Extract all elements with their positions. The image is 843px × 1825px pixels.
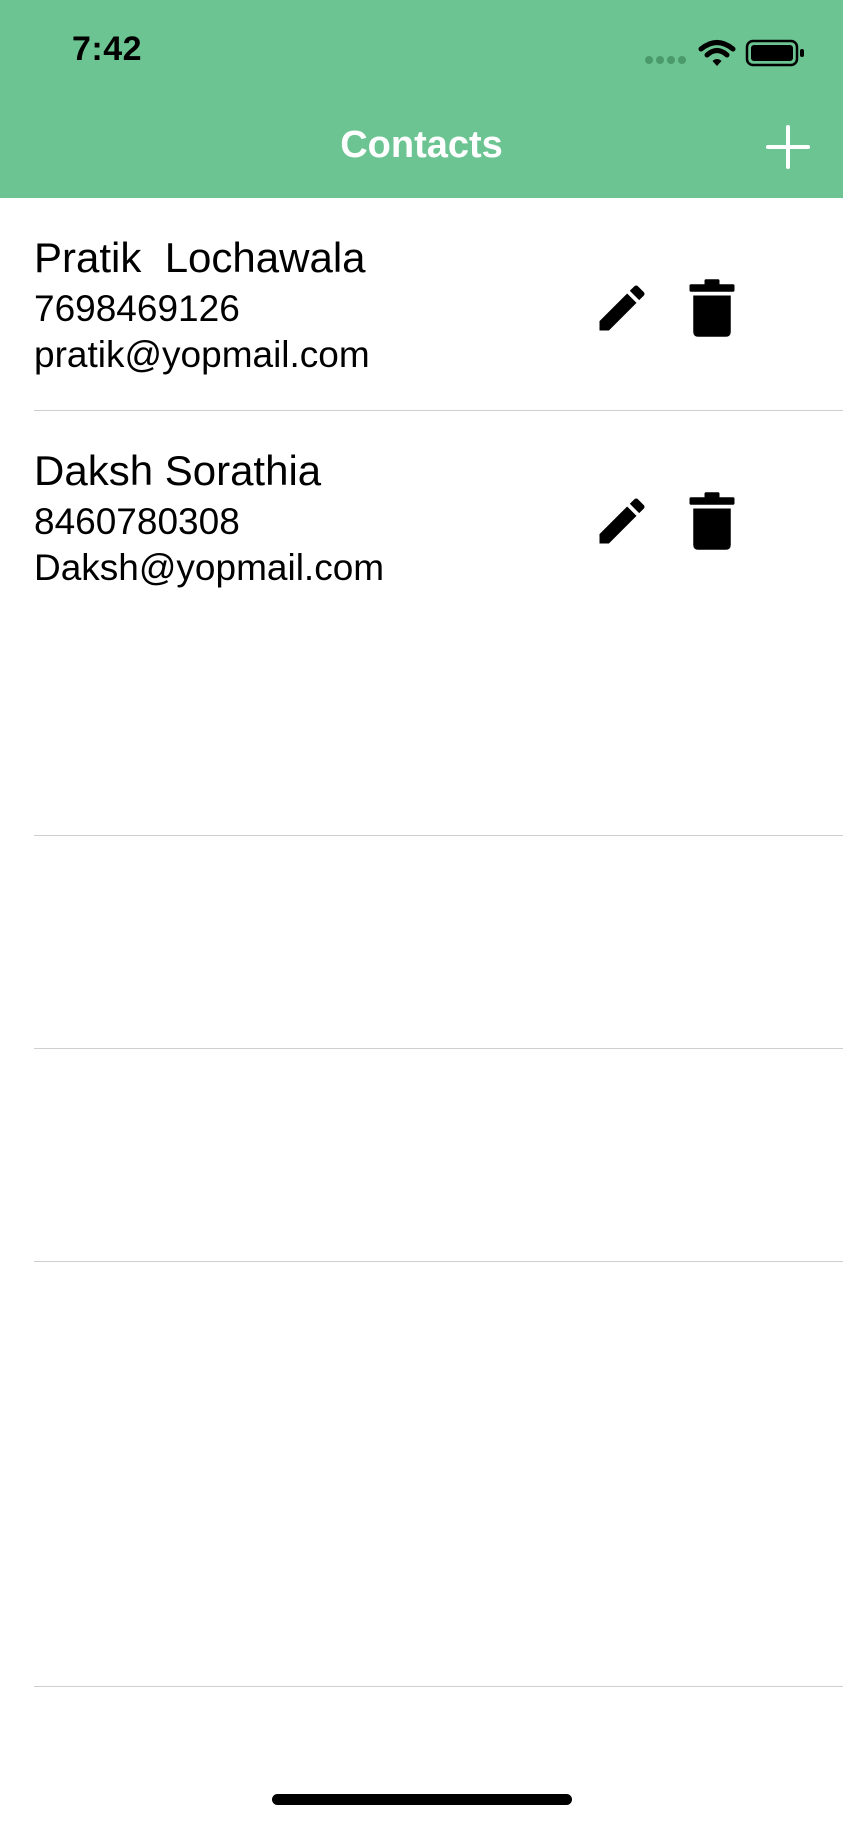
cellular-signal-icon	[645, 56, 686, 64]
edit-button[interactable]	[592, 491, 652, 551]
add-contact-button[interactable]	[763, 122, 813, 172]
page-title: Contacts	[340, 124, 503, 166]
status-icons	[643, 36, 813, 68]
row-divider	[34, 835, 843, 836]
list-item[interactable]: Pratik Lochawala 7698469126 pratik@yopma…	[0, 198, 843, 411]
trash-icon	[689, 279, 735, 337]
status-time: 7:42	[72, 30, 143, 68]
pencil-icon	[599, 498, 645, 544]
row-divider	[34, 1048, 843, 1049]
contact-name: Daksh Sorathia	[34, 447, 322, 494]
battery-icon	[745, 39, 804, 67]
delete-button[interactable]	[684, 278, 740, 338]
contact-name: Pratik Lochawala	[34, 234, 366, 281]
delete-button[interactable]	[684, 491, 740, 551]
contact-email: Daksh@yopmail.com	[34, 547, 385, 588]
contact-email: pratik@yopmail.com	[34, 334, 370, 375]
trash-icon	[689, 492, 735, 550]
wifi-icon	[698, 40, 736, 66]
status-indicators	[645, 39, 804, 67]
plus-icon	[766, 125, 810, 169]
row-divider	[34, 1686, 843, 1687]
home-indicator[interactable]	[272, 1794, 572, 1805]
edit-button[interactable]	[592, 278, 652, 338]
navigation-bar: 7:42 Contacts	[0, 0, 843, 198]
row-divider	[34, 1261, 843, 1262]
contact-phone: 8460780308	[34, 501, 240, 542]
contact-phone: 7698469126	[34, 288, 240, 329]
list-item[interactable]: Daksh Sorathia 8460780308 Daksh@yopmail.…	[0, 411, 843, 624]
pencil-icon	[599, 285, 645, 331]
